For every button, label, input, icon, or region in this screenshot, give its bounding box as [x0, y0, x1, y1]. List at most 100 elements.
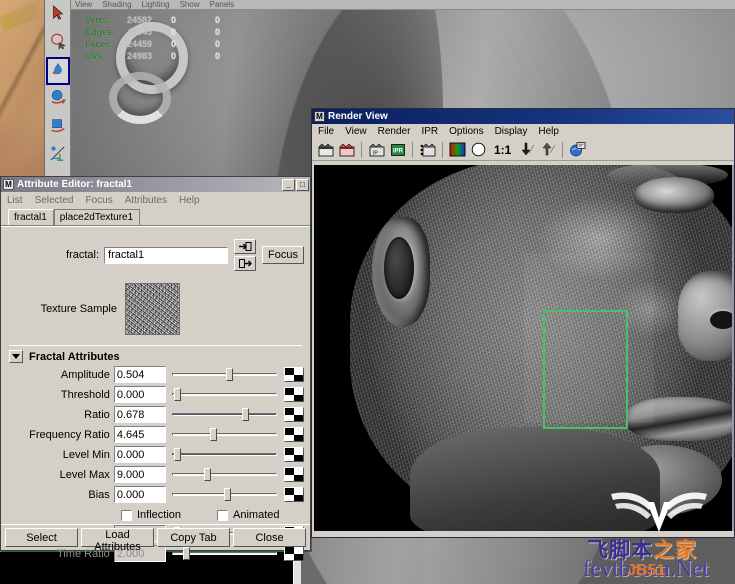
slider-bias[interactable] — [172, 486, 277, 503]
slider-thumb[interactable] — [174, 388, 181, 401]
attribute-editor-window[interactable]: M Attribute Editor: fractal1 _ □ List Se… — [0, 176, 311, 551]
remove-image-button[interactable] — [538, 141, 557, 159]
menu-help[interactable]: Help — [179, 195, 200, 206]
stat-label-uvs: UVs: — [85, 50, 127, 62]
slider-level-max[interactable] — [172, 466, 277, 483]
input-threshold[interactable] — [114, 386, 166, 403]
maximize-button[interactable]: □ — [296, 179, 309, 191]
scale-tool-button[interactable] — [46, 141, 70, 169]
input-ratio[interactable] — [114, 406, 166, 423]
render-view-canvas[interactable] — [314, 165, 734, 531]
map-button-bias[interactable] — [284, 487, 304, 502]
tab-fractal1[interactable]: fractal1 — [8, 209, 54, 225]
viewport-menu-lighting[interactable]: Lighting — [142, 0, 170, 9]
rv-menu-help[interactable]: Help — [538, 126, 559, 137]
slider-frequency-ratio[interactable] — [172, 426, 277, 443]
texture-sample-swatch[interactable] — [125, 283, 180, 335]
viewport-menu-show[interactable]: Show — [180, 0, 200, 9]
rv-menu-ipr[interactable]: IPR — [421, 126, 438, 137]
paint-select-tool-button[interactable] — [46, 57, 70, 85]
slider-thumb[interactable] — [204, 468, 211, 481]
tab-place2dtexture1[interactable]: place2dTexture1 — [54, 209, 140, 225]
render-view-window[interactable]: M Render View File View Render IPR Optio… — [311, 108, 735, 538]
menu-focus[interactable]: Focus — [85, 195, 112, 206]
collapse-toggle-button[interactable] — [9, 350, 23, 363]
rv-menu-options[interactable]: Options — [449, 126, 483, 137]
input-bias[interactable] — [114, 486, 166, 503]
ipr-render-icon: IP — [369, 143, 385, 157]
viewport-menu-view[interactable]: View — [75, 0, 92, 9]
map-button-threshold[interactable] — [284, 387, 304, 402]
menu-attributes[interactable]: Attributes — [125, 195, 167, 206]
slider-threshold[interactable] — [172, 386, 277, 403]
attribute-editor-menu-bar: List Selected Focus Attributes Help — [1, 192, 310, 208]
lasso-icon — [49, 32, 67, 50]
slider-thumb[interactable] — [226, 368, 233, 381]
rv-menu-file[interactable]: File — [318, 126, 334, 137]
slider-ratio[interactable] — [172, 406, 277, 423]
slider-thumb[interactable] — [224, 488, 231, 501]
ipr-refresh-button[interactable]: IPR — [388, 141, 407, 159]
attribute-editor-title-bar[interactable]: M Attribute Editor: fractal1 _ □ — [1, 177, 310, 192]
rotate-tool-button[interactable] — [46, 113, 70, 141]
fractal-attributes-header[interactable]: Fractal Attributes — [7, 346, 304, 365]
inflection-checkbox[interactable] — [121, 510, 132, 521]
output-connection-button[interactable] — [234, 256, 256, 271]
minimize-button[interactable]: _ — [282, 179, 295, 191]
rv-menu-display[interactable]: Display — [495, 126, 528, 137]
keep-image-button[interactable] — [517, 141, 536, 159]
alpha-channel-button[interactable] — [469, 141, 488, 159]
render-view-title-bar[interactable]: M Render View — [312, 109, 734, 124]
menu-list[interactable]: List — [7, 195, 23, 206]
slider-thumb[interactable] — [242, 408, 249, 421]
load-attributes-button[interactable]: Load Attributes — [81, 528, 154, 547]
focus-button[interactable]: Focus — [262, 246, 304, 264]
animated-checkbox[interactable] — [217, 510, 228, 521]
slider-track — [172, 413, 277, 416]
map-button-amplitude[interactable] — [284, 367, 304, 382]
node-name-input[interactable] — [104, 247, 228, 264]
stat-edges-selected: 0 — [171, 26, 215, 38]
slider-thumb[interactable] — [210, 428, 217, 441]
slider-amplitude[interactable] — [172, 366, 277, 383]
rv-menu-view[interactable]: View — [345, 126, 367, 137]
close-button[interactable]: Close — [233, 528, 306, 547]
render-globals-button[interactable] — [568, 141, 587, 159]
attr-row-threshold: Threshold — [7, 385, 304, 404]
slider-thumb[interactable] — [174, 448, 181, 461]
alpha-channel-icon — [470, 142, 487, 157]
render-current-frame-button[interactable] — [316, 141, 335, 159]
svg-text:IP: IP — [373, 150, 378, 156]
label-level-min: Level Min — [7, 449, 114, 461]
input-level-min[interactable] — [114, 446, 166, 463]
menu-selected[interactable]: Selected — [35, 195, 74, 206]
render-region-selection-rect[interactable] — [543, 310, 628, 429]
select-button[interactable]: Select — [5, 528, 78, 547]
input-amplitude[interactable] — [114, 366, 166, 383]
remove-image-icon — [540, 142, 556, 157]
redo-previous-render-button[interactable] — [337, 141, 356, 159]
viewport-menu-shading[interactable]: Shading — [102, 0, 131, 9]
input-level-max[interactable] — [114, 466, 166, 483]
stat-verts-selected: 0 — [171, 14, 215, 26]
stat-faces-selected: 0 — [171, 38, 215, 50]
render-region-button[interactable] — [418, 141, 437, 159]
map-button-frequency-ratio[interactable] — [284, 427, 304, 442]
input-connection-button[interactable] — [234, 239, 256, 254]
rv-menu-render[interactable]: Render — [378, 126, 411, 137]
map-button-ratio[interactable] — [284, 407, 304, 422]
lasso-tool-button[interactable] — [46, 29, 70, 57]
input-frequency-ratio[interactable] — [114, 426, 166, 443]
map-button-level-max[interactable] — [284, 467, 304, 482]
slider-level-min[interactable] — [172, 446, 277, 463]
select-tool-button[interactable] — [46, 1, 70, 29]
ipr-render-button[interactable]: IP — [367, 141, 386, 159]
toolbar-separator — [361, 142, 362, 158]
toolbar-separator — [562, 142, 563, 158]
map-button-level-min[interactable] — [284, 447, 304, 462]
move-tool-button[interactable] — [46, 85, 70, 113]
rgb-channels-button[interactable] — [448, 141, 467, 159]
viewport-menu-panels[interactable]: Panels — [210, 0, 234, 9]
copy-tab-button[interactable]: Copy Tab — [157, 528, 230, 547]
render-region-icon — [420, 143, 436, 157]
